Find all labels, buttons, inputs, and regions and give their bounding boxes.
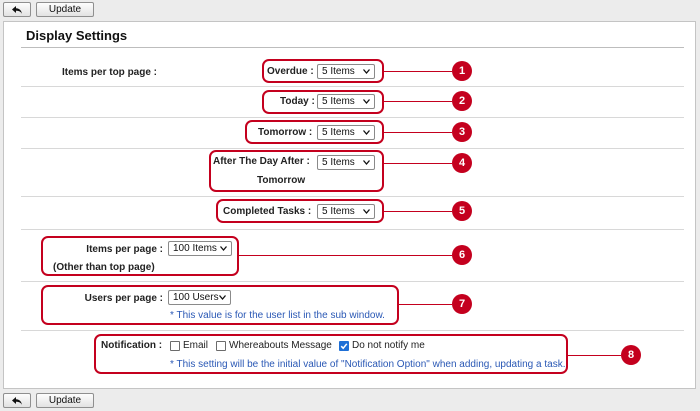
back-button-bottom[interactable] [3, 393, 31, 408]
annotation-leader-8 [568, 355, 621, 356]
email-checkbox-label: Email [183, 340, 209, 351]
overdue-label: Overdue : [267, 66, 314, 77]
tomorrow-select-value: 5 Items [322, 127, 355, 138]
annotation-leader-2 [384, 101, 452, 102]
do-not-notify-label: Do not notify me [352, 340, 425, 351]
row-divider [21, 86, 684, 87]
after-day-after-select-value: 5 Items [322, 157, 355, 168]
after-day-after-select[interactable]: 5 Items [317, 155, 375, 170]
today-select[interactable]: 5 Items [317, 94, 375, 109]
annotation-marker-6: 6 [452, 245, 472, 265]
after-day-after-label: After The Day After : [213, 156, 310, 167]
email-checkbox[interactable] [170, 341, 180, 351]
annotation-leader-3 [384, 132, 452, 133]
chevron-down-icon [363, 209, 370, 214]
notification-label: Notification : [101, 340, 163, 351]
overdue-select[interactable]: 5 Items [317, 64, 375, 79]
items-per-page-select-value: 100 Items [173, 243, 217, 254]
annotation-marker-5: 5 [452, 201, 472, 221]
bottom-toolbar: Update [0, 391, 700, 411]
section-divider [21, 330, 684, 331]
users-per-page-note: * This value is for the user list in the… [170, 310, 385, 321]
annotation-marker-2: 2 [452, 91, 472, 111]
annotation-marker-3: 3 [452, 122, 472, 142]
checkmark-icon [340, 343, 348, 350]
users-per-page-select[interactable]: 100 Users [168, 290, 231, 305]
annotation-leader-4 [384, 163, 452, 164]
back-arrow-icon [12, 5, 22, 14]
top-toolbar: Update [0, 0, 700, 20]
annotation-marker-8: 8 [621, 345, 641, 365]
title-divider [21, 47, 684, 48]
annotation-leader-1 [384, 71, 452, 72]
users-per-page-select-value: 100 Users [173, 292, 219, 303]
completed-tasks-select[interactable]: 5 Items [317, 204, 375, 219]
whereabouts-checkbox[interactable] [216, 341, 226, 351]
back-button[interactable] [3, 2, 31, 17]
chevron-down-icon [219, 295, 226, 300]
completed-tasks-select-value: 5 Items [322, 206, 355, 217]
today-select-value: 5 Items [322, 96, 355, 107]
section-divider [21, 229, 684, 230]
completed-tasks-label: Completed Tasks : [223, 206, 312, 217]
notification-note: * This setting will be the initial value… [170, 359, 566, 370]
chevron-down-icon [363, 160, 370, 165]
today-label: Today : [280, 96, 315, 107]
items-per-top-page-label: Items per top page : [62, 67, 158, 78]
display-settings-panel: Display Settings Items per top page : 1 … [3, 21, 696, 389]
tomorrow-select[interactable]: 5 Items [317, 125, 375, 140]
update-button-bottom[interactable]: Update [36, 393, 94, 408]
items-per-page-sublabel: (Other than top page) [53, 262, 155, 273]
annotation-marker-7: 7 [452, 294, 472, 314]
chevron-down-icon [220, 246, 227, 251]
chevron-down-icon [363, 69, 370, 74]
row-divider [21, 196, 684, 197]
after-day-after-label-line2: Tomorrow [257, 175, 306, 186]
do-not-notify-checkbox[interactable] [339, 341, 349, 351]
page-title: Display Settings [26, 28, 128, 43]
row-divider [21, 148, 684, 149]
tomorrow-label: Tomorrow : [258, 127, 313, 138]
section-divider [21, 281, 684, 282]
row-divider [21, 117, 684, 118]
items-per-page-select[interactable]: 100 Items [168, 241, 232, 256]
whereabouts-checkbox-label: Whereabouts Message [229, 340, 332, 351]
users-per-page-label: Users per page : [84, 293, 163, 304]
update-button[interactable]: Update [36, 2, 94, 17]
annotation-leader-5 [384, 211, 452, 212]
items-per-page-label: Items per page : [86, 244, 163, 255]
chevron-down-icon [363, 99, 370, 104]
overdue-select-value: 5 Items [322, 66, 355, 77]
chevron-down-icon [363, 130, 370, 135]
annotation-leader-6 [239, 255, 452, 256]
annotation-leader-7 [399, 304, 452, 305]
back-arrow-icon [12, 396, 22, 405]
annotation-marker-4: 4 [452, 153, 472, 173]
annotation-marker-1: 1 [452, 61, 472, 81]
